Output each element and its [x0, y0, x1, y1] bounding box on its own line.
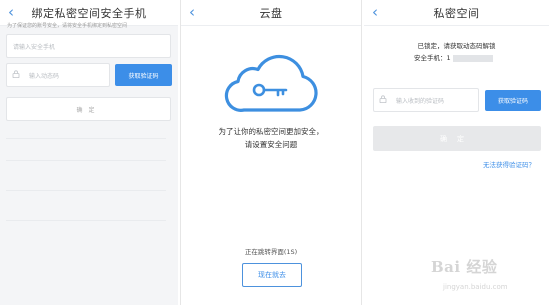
watermark-sub: jingyan.baidu.com: [443, 283, 508, 291]
code-input[interactable]: 输入动态码: [6, 63, 110, 87]
go-now-button[interactable]: 现在就去: [242, 263, 302, 287]
code-input[interactable]: 输入收到的验证码: [373, 88, 479, 112]
cloud-key-icon: [224, 54, 318, 112]
divider: [6, 190, 166, 191]
page-title: 云盘: [259, 6, 283, 20]
watermark-main: Bai 经验: [431, 258, 498, 276]
panel2-header: ‹ 云盘: [181, 0, 361, 26]
get-code-button[interactable]: 获取验证码: [485, 90, 541, 111]
divider: [6, 160, 166, 161]
phone-input[interactable]: 请输入安全手机: [6, 34, 171, 58]
back-arrow-icon[interactable]: ‹: [189, 4, 195, 20]
code-placeholder: 输入动态码: [29, 72, 60, 80]
bind-phone-panel: ‹ 绑定私密空间安全手机 为了保证您的账号安全，请将安全手机绑定到私密空间 请输…: [0, 0, 178, 305]
divider: [6, 138, 166, 139]
security-message: 为了让你的私密空间更加安全， 请设置安全问题: [181, 125, 361, 151]
back-arrow-icon[interactable]: ‹: [8, 4, 14, 20]
redirect-countdown: 正在跳转界面(1S): [244, 248, 298, 256]
cant-get-code-link[interactable]: 无法获得验证码？: [483, 159, 535, 169]
divider: [6, 220, 166, 221]
phone-placeholder: 请输入安全手机: [13, 43, 56, 51]
confirm-button[interactable]: 确定: [373, 126, 541, 151]
lock-icon: [12, 70, 20, 78]
get-code-button[interactable]: 获取验证码: [115, 64, 172, 86]
hint-text: 为了保证您的账号安全，请将安全手机绑定到私密空间: [7, 23, 128, 29]
baidu-jingyan-watermark: Bai 经验 jingyan.baidu.com: [431, 256, 541, 300]
lock-icon: [379, 95, 387, 103]
back-arrow-icon[interactable]: ‹: [372, 4, 378, 20]
page-title: 绑定私密空间安全手机: [31, 6, 147, 20]
safety-phone-label: 安全手机：1: [414, 54, 451, 62]
message-line-1: 为了让你的私密空间更加安全，: [218, 127, 324, 136]
panel3-header: ‹ 私密空间: [364, 0, 549, 26]
message-line-2: 请设置安全问题: [244, 140, 298, 149]
confirm-button[interactable]: 确定: [6, 97, 171, 121]
masked-number: [452, 54, 493, 62]
locked-message: 已锁定，请获取动态码解锁: [417, 42, 496, 50]
page-title: 私密空间: [433, 6, 480, 20]
cloud-disk-panel: ‹ 云盘 为了让你的私密空间更加安全， 请设置安全问题 正在跳转界面(1S) 现…: [180, 0, 362, 305]
code-placeholder: 输入收到的验证码: [396, 97, 445, 105]
safety-phone: 安全手机：1: [414, 52, 493, 62]
